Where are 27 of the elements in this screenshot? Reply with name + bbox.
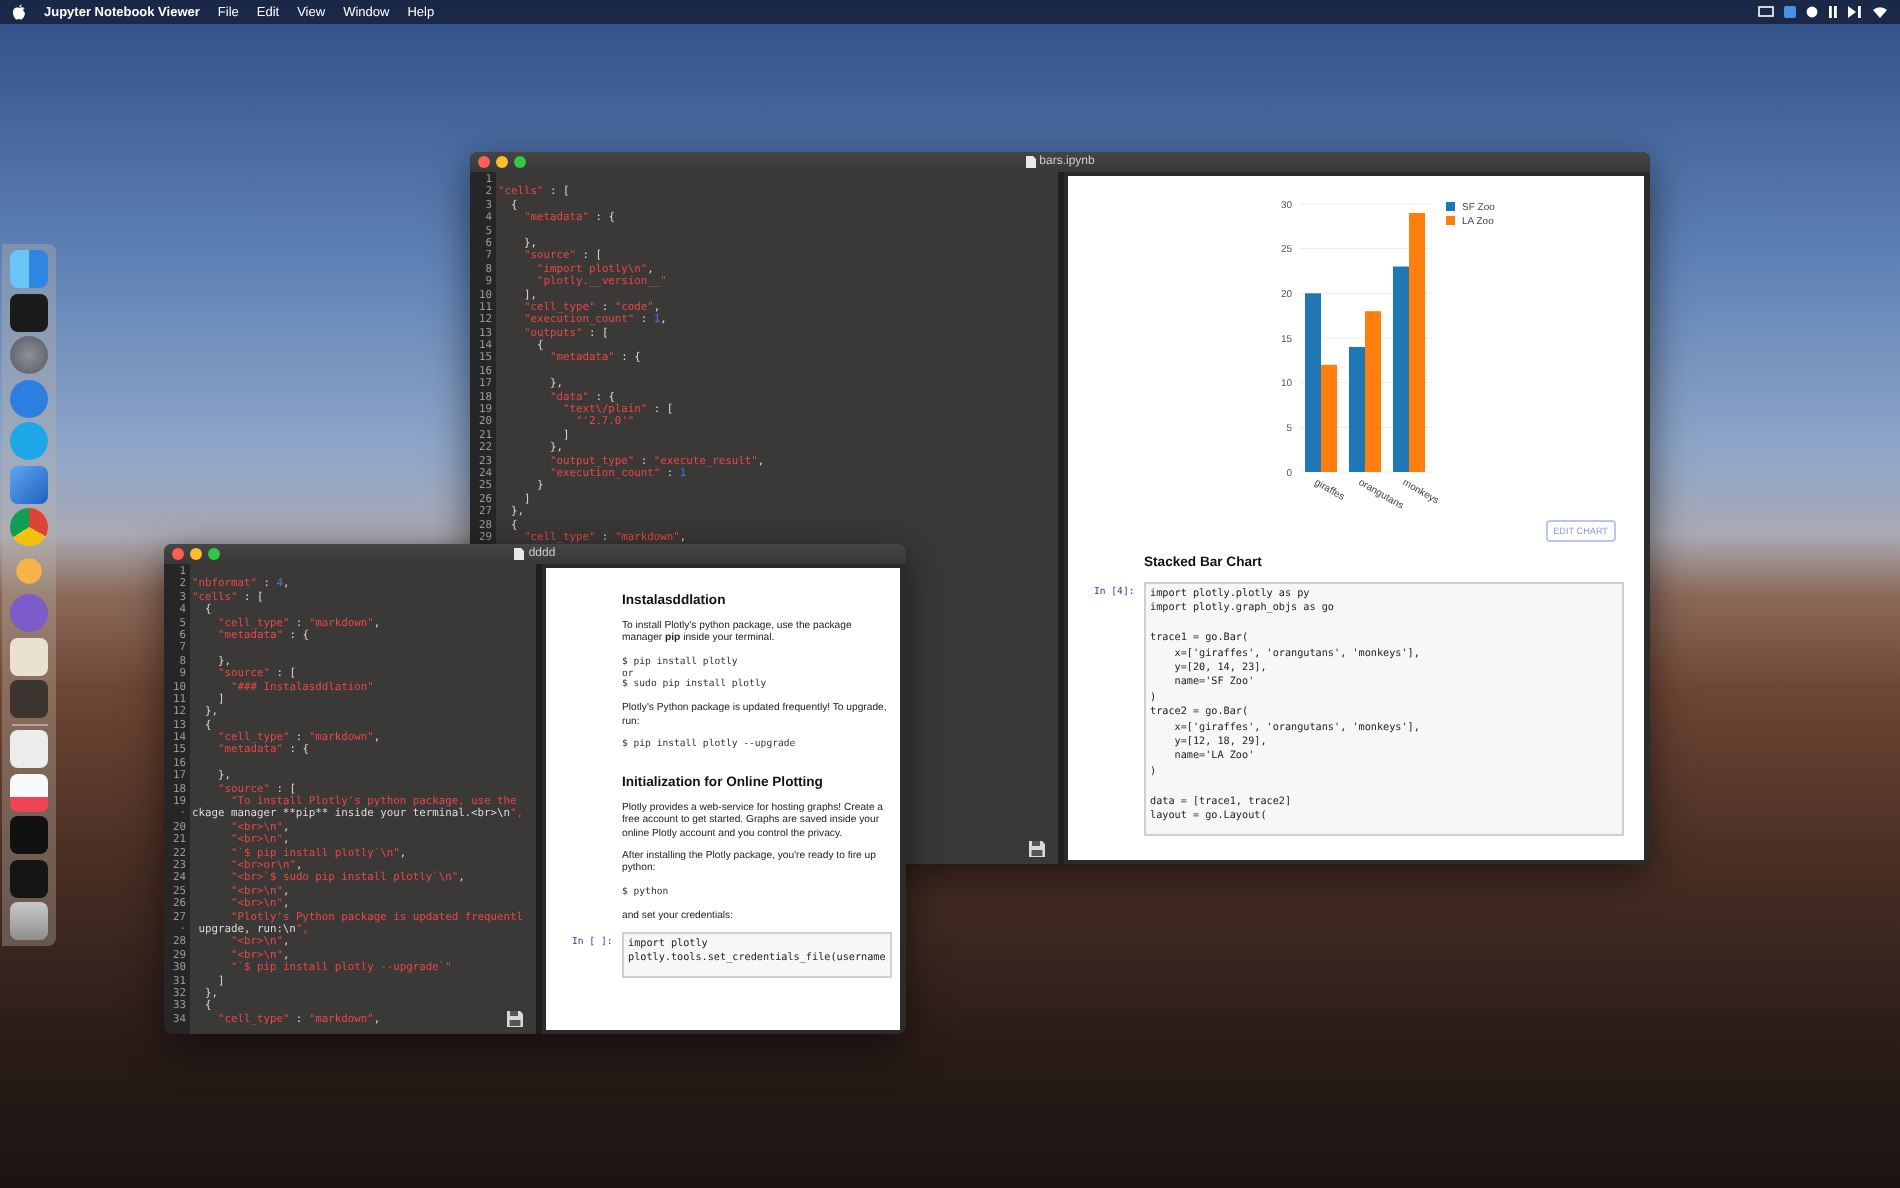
save-icon[interactable] xyxy=(1028,840,1046,858)
document-icon[interactable] xyxy=(10,773,48,811)
close-button[interactable] xyxy=(478,156,490,168)
minimize-button[interactable] xyxy=(496,156,508,168)
document-icon[interactable] xyxy=(10,730,48,768)
app-icon[interactable] xyxy=(10,508,48,546)
terminal-icon[interactable] xyxy=(10,293,48,331)
app-icon[interactable] xyxy=(10,637,48,675)
zoom-button[interactable] xyxy=(514,156,526,168)
display-icon[interactable] xyxy=(1758,6,1774,18)
app-icon[interactable] xyxy=(10,465,48,503)
pause-icon[interactable] xyxy=(1828,6,1838,18)
square-icon[interactable] xyxy=(1784,6,1796,18)
skip-icon[interactable] xyxy=(1848,6,1862,18)
close-button[interactable] xyxy=(172,548,184,560)
circle-icon[interactable] xyxy=(1806,6,1818,18)
document-icon xyxy=(1025,156,1036,168)
save-icon[interactable] xyxy=(506,1010,524,1028)
minimize-button[interactable] xyxy=(190,548,202,560)
window-thumbnail-icon[interactable] xyxy=(10,859,48,897)
trash-icon[interactable] xyxy=(10,902,48,940)
document-icon xyxy=(514,548,525,560)
app-icon[interactable] xyxy=(10,680,48,718)
wifi-icon[interactable] xyxy=(1872,6,1888,18)
zoom-button[interactable] xyxy=(208,548,220,560)
window-thumbnail-icon[interactable] xyxy=(10,816,48,854)
apple-logo-icon[interactable] xyxy=(12,4,26,20)
